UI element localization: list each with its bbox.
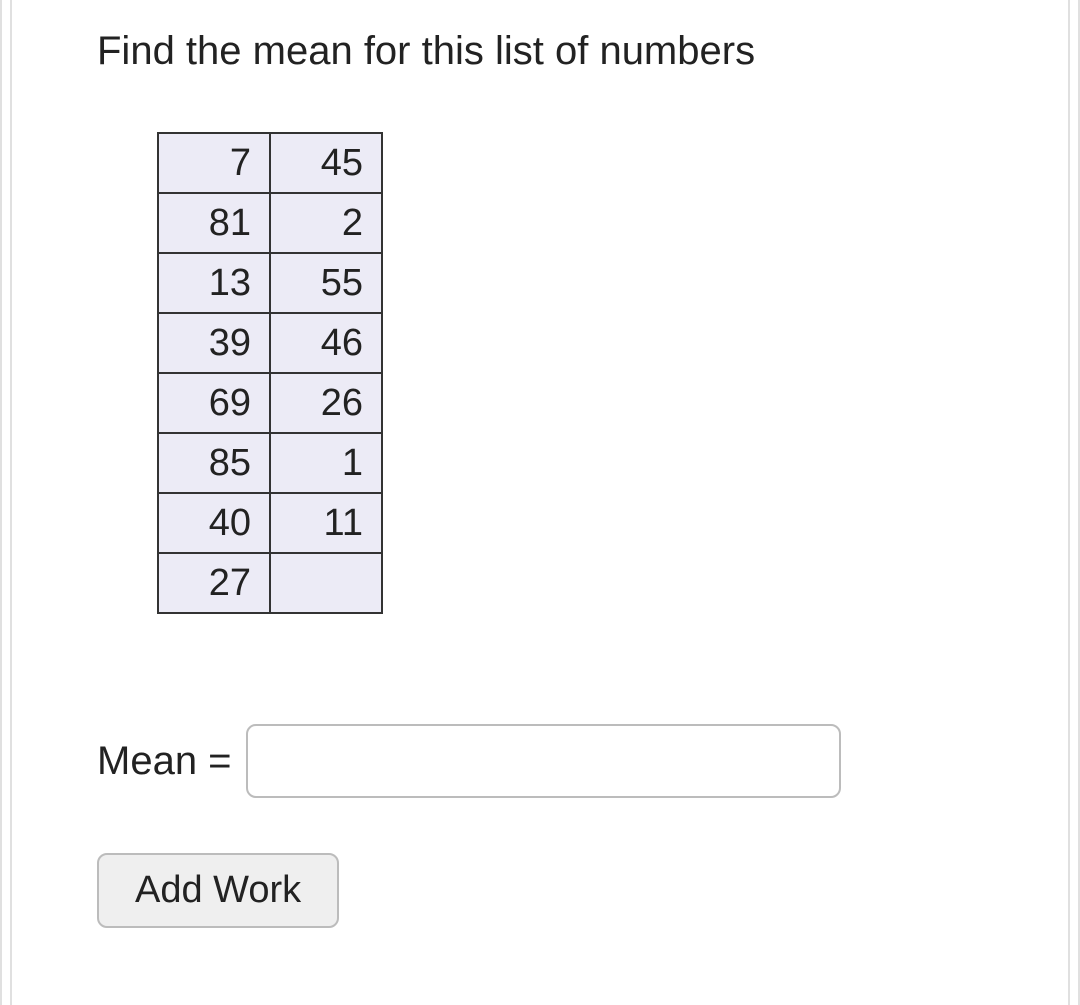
table-cell: 7 [158, 133, 270, 193]
table-row: 81 2 [158, 193, 382, 253]
table-cell: 81 [158, 193, 270, 253]
table-cell: 69 [158, 373, 270, 433]
table-cell: 46 [270, 313, 382, 373]
add-work-button[interactable]: Add Work [97, 853, 339, 928]
table-cell: 11 [270, 493, 382, 553]
table-row: 7 45 [158, 133, 382, 193]
table-cell: 40 [158, 493, 270, 553]
table-row: 27 [158, 553, 382, 613]
table-row: 39 46 [158, 313, 382, 373]
question-prompt: Find the mean for this list of numbers [97, 25, 983, 77]
table-cell: 1 [270, 433, 382, 493]
table-cell: 85 [158, 433, 270, 493]
table-cell: 2 [270, 193, 382, 253]
table-row: 40 11 [158, 493, 382, 553]
table-row: 85 1 [158, 433, 382, 493]
table-cell: 39 [158, 313, 270, 373]
table-cell: 55 [270, 253, 382, 313]
table-row: 13 55 [158, 253, 382, 313]
table-cell: 26 [270, 373, 382, 433]
answer-row: Mean = [97, 724, 983, 798]
table-cell: 27 [158, 553, 270, 613]
mean-input[interactable] [246, 724, 841, 798]
table-cell: 45 [270, 133, 382, 193]
table-row: 69 26 [158, 373, 382, 433]
table-cell: 13 [158, 253, 270, 313]
answer-label: Mean = [97, 739, 232, 784]
number-table-wrap: 7 45 81 2 13 55 39 46 [157, 132, 983, 614]
table-cell-empty [270, 553, 382, 613]
number-table: 7 45 81 2 13 55 39 46 [157, 132, 383, 614]
